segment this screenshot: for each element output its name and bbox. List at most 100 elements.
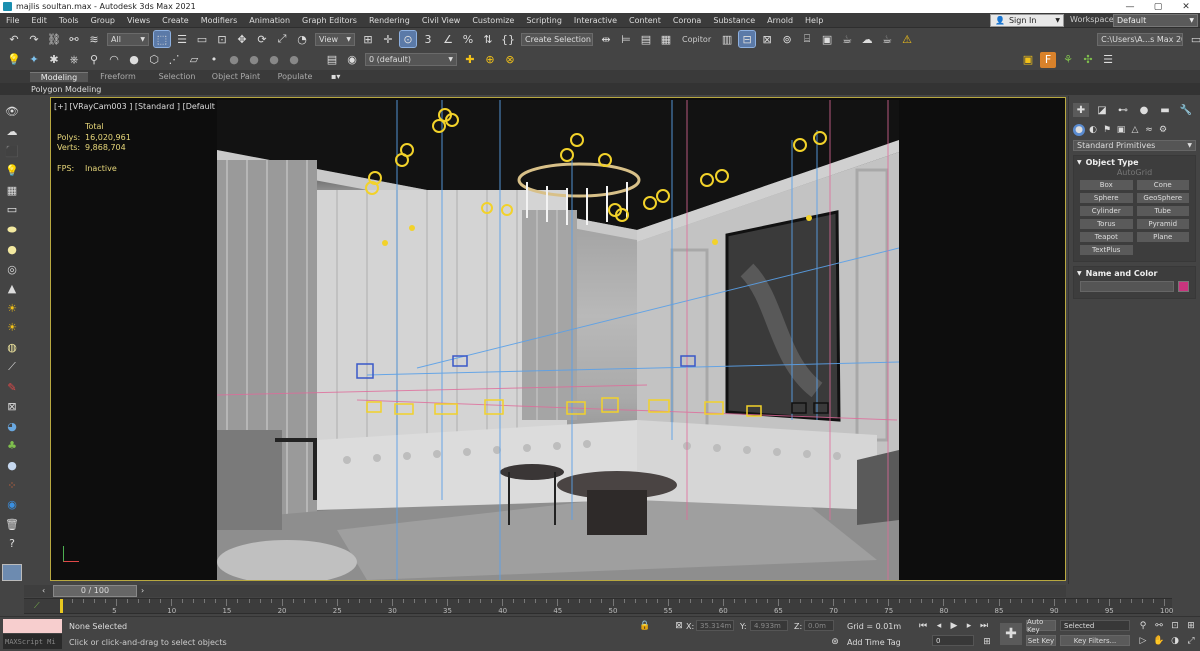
time-slider-prev-icon[interactable]: ‹ [42,586,45,595]
hierarchy-tab-icon[interactable]: ⊷ [1115,103,1131,117]
vray-fur-icon[interactable]: ⋰ [166,52,182,68]
rgb-icon[interactable]: ◉ [4,498,20,512]
torus-icon[interactable]: ◎ [4,262,20,276]
display-tab-icon[interactable]: ▬ [1157,103,1173,117]
viewport-thumb-icon[interactable] [2,563,22,582]
menu-corona[interactable]: Corona [667,16,707,25]
tube-button[interactable]: Tube [1136,206,1189,216]
redo-icon[interactable]: ↷ [26,31,42,47]
menu-group[interactable]: Group [85,16,121,25]
dot-small-icon[interactable]: • [206,52,222,68]
place-icon[interactable]: ◔ [294,31,310,47]
current-frame-field[interactable]: 0 [932,635,974,646]
menu-civil-view[interactable]: Civil View [416,16,467,25]
ribbon-panel-label[interactable]: Polygon Modeling [31,85,101,94]
geosphere-button[interactable]: GeoSphere [1136,193,1189,203]
cylinder-icon[interactable]: ⬬ [4,223,20,237]
layer-dropdown[interactable]: 0 (default) ▼ [365,53,457,66]
go-to-start-icon[interactable]: ⏮ [916,620,930,632]
motion-tab-icon[interactable]: ● [1136,103,1152,117]
curve-editor-icon[interactable]: ⊟ [738,30,757,48]
sphere-blue-icon[interactable]: ◕ [4,420,20,434]
light-lister-icon[interactable]: ✦ [26,52,42,68]
copitor-label[interactable]: Copitor [682,35,711,44]
utilities-tab-icon[interactable]: 🔧 [1178,103,1194,117]
set-current-layer-icon[interactable]: ▣ [1020,52,1036,68]
menu-tools[interactable]: Tools [53,16,85,25]
ribbon-options-icon[interactable]: ▪▾ [331,72,340,81]
render-setup-icon[interactable]: ⌸ [799,31,815,47]
menu-content[interactable]: Content [623,16,667,25]
edit-named-selection-icon[interactable]: {} [500,31,516,47]
select-in-layer-icon[interactable]: ⊗ [502,52,518,68]
pan-icon[interactable]: ✋ [1152,635,1166,647]
schematic-view-icon[interactable]: ⊠ [759,31,775,47]
reference-coord-dropdown[interactable]: View ▼ [315,32,355,46]
cameras-icon[interactable]: ▣ [1115,124,1127,136]
light-bulb-icon[interactable]: 💡 [6,52,22,68]
maxscript-mini-listener[interactable]: MAXScript Mi [3,634,62,649]
object-color-swatch[interactable] [1178,281,1189,292]
time-slider-handle[interactable]: 0 / 100 [53,585,137,597]
spinner-snap-icon[interactable]: ⇅ [480,31,496,47]
y-coordinate-field[interactable]: 4.933m [750,620,788,631]
plant-icon[interactable]: ♣ [4,439,20,453]
fix-icon[interactable]: F [1040,51,1056,68]
box-button[interactable]: Box [1080,180,1133,190]
material-editor-icon[interactable]: ⊚ [779,31,795,47]
menu-views[interactable]: Views [121,16,156,25]
key-filters-button[interactable]: Key Filters... [1060,635,1130,646]
play-icon[interactable]: ▶ [947,620,961,632]
menu-edit[interactable]: Edit [25,16,53,25]
vray-light-icon[interactable]: ⎈ [66,52,82,68]
color-dots-icon[interactable]: ⁘ [4,478,20,492]
vray-plane-icon[interactable]: ▱ [186,52,202,68]
align-icon[interactable]: ⊨ [618,31,634,47]
trash-icon[interactable]: 🗑 [4,518,20,532]
vray-dome-icon[interactable]: ◠ [106,52,122,68]
cone-button[interactable]: Cone [1136,180,1189,190]
z-coordinate-field[interactable]: 0.0m [804,620,834,631]
object-name-field[interactable] [1080,281,1174,292]
select-object-icon[interactable]: ⬚ [153,30,171,48]
sphere-grey-2-icon[interactable]: ● [246,52,262,68]
time-tag-icon[interactable]: ⊛ [828,636,842,648]
autogrid-checkbox[interactable]: AutoGrid [1074,168,1195,177]
absolute-mode-icon[interactable]: ⊠ [672,620,686,632]
layer-toggles-icon[interactable]: ◉ [344,52,360,68]
menu-help[interactable]: Help [799,16,829,25]
rect-selection-icon[interactable]: ▭ [194,31,210,47]
help-icon[interactable]: ? [4,537,20,551]
warning-icon[interactable]: ⚠ [899,31,915,47]
track-bar[interactable]: ⟋ 5 10 15 20 25 30 35 40 45 50 55 60 65 70 75 80 85 90 95 1… [24,598,1173,615]
zoom-extents-all-icon[interactable]: ⊞ [1184,620,1198,632]
create-layer-icon[interactable]: ✚ [462,52,478,68]
unlink-icon[interactable]: ⚯ [66,31,82,47]
go-to-end-icon[interactable]: ⏭ [977,620,991,632]
plane-button[interactable]: Plane [1136,232,1189,242]
ribbon-tab-modeling[interactable]: Modeling [30,71,88,82]
orbit-icon[interactable]: ◑ [1168,635,1182,647]
time-configuration-icon[interactable]: ⊞ [980,636,994,648]
next-frame-icon[interactable]: ▸ [962,620,976,632]
menu-scripting[interactable]: Scripting [520,16,568,25]
render-iterative-icon[interactable]: ☁ [859,31,875,47]
systems-icon[interactable]: ⚙ [1157,124,1169,136]
zoom-icon[interactable]: ⚲ [1136,620,1150,632]
shape-icon[interactable]: ⟋ [4,360,20,374]
field-of-view-icon[interactable]: ▷ [1136,635,1150,647]
x-coordinate-field[interactable]: 35.314m [696,620,734,631]
pyramid-button[interactable]: Pyramid [1136,219,1189,229]
maxscript-listener[interactable] [3,619,62,633]
menu-create[interactable]: Create [156,16,195,25]
maximize-viewport-icon[interactable]: ⤢ [1184,635,1198,647]
add-time-tag-button[interactable]: Add Time Tag [847,638,901,647]
textplus-button[interactable]: TextPlus [1080,245,1133,255]
primitive-category-dropdown[interactable]: Standard Primitives ▼ [1073,140,1196,151]
lights-icon[interactable]: ⚑ [1101,124,1113,136]
menu-file[interactable]: File [0,16,25,25]
paint-icon[interactable]: ✎ [4,380,20,394]
mini-curve-editor-icon[interactable]: ⟋ [34,601,40,611]
scale-icon[interactable]: ⤢ [274,31,290,47]
toggle-ribbon-icon[interactable]: ▥ [719,31,735,47]
